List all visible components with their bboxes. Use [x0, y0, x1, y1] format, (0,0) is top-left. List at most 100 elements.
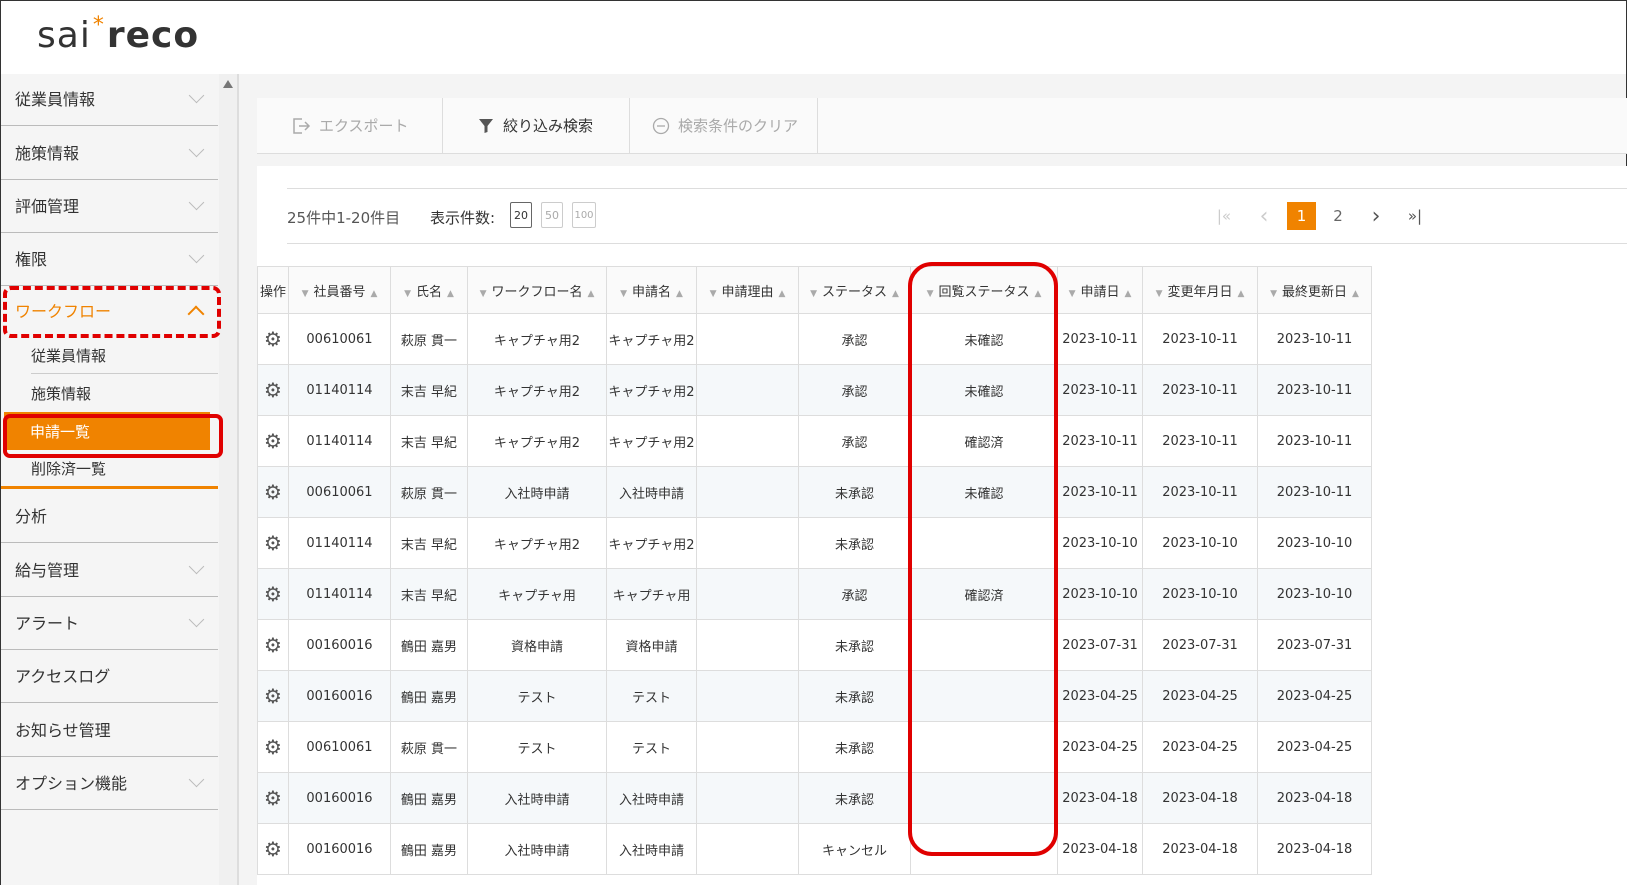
- gear-icon[interactable]: ⚙: [264, 380, 282, 400]
- column-header-change-date[interactable]: ▼ 変更年月日 ▲: [1142, 266, 1258, 314]
- table-row[interactable]: ⚙ 00160016 鶴田 嘉男 入社時申請 入社時申請 キャンセル 2023-04-18 2…: [257, 823, 1372, 875]
- last-page-button[interactable]: »|: [1402, 202, 1428, 230]
- gear-icon[interactable]: ⚙: [264, 329, 282, 349]
- sort-up-icon[interactable]: ▲: [1238, 289, 1245, 299]
- annotation-dashed-highlight: [3, 286, 221, 338]
- column-header-workflow-name[interactable]: ▼ ワークフロー名 ▲: [467, 266, 607, 314]
- sidebar-item-alerts[interactable]: アラート: [1, 596, 218, 650]
- chevron-down-icon: [188, 87, 205, 104]
- column-header-last-updated[interactable]: ▼ 最終更新日 ▲: [1257, 266, 1372, 314]
- column-header-name[interactable]: ▼ 氏名 ▲: [390, 266, 468, 314]
- gear-icon[interactable]: ⚙: [264, 686, 282, 706]
- sort-up-icon[interactable]: ▲: [371, 289, 378, 299]
- gear-icon[interactable]: ⚙: [264, 431, 282, 451]
- app-header: sai * reco: [1, 1, 1626, 75]
- cell-actions: ⚙: [257, 466, 289, 518]
- sort-down-icon[interactable]: ▼: [1270, 289, 1277, 299]
- sort-up-icon[interactable]: ▲: [447, 289, 454, 299]
- gear-icon[interactable]: ⚙: [264, 584, 282, 604]
- sort-up-icon[interactable]: ▲: [588, 289, 595, 299]
- sort-down-icon[interactable]: ▼: [1069, 289, 1076, 299]
- cell-application-name: 入社時申請: [606, 466, 697, 518]
- table-row[interactable]: ⚙ 01140114 末吉 早紀 キャプチャ用2 キャプチャ用2 承認 確認済 2023-10…: [257, 415, 1372, 467]
- cell-change-date: 2023-04-18: [1142, 772, 1258, 824]
- sidebar-item-options[interactable]: オプション機能: [1, 756, 218, 810]
- next-page-button[interactable]: ›: [1365, 202, 1387, 230]
- scroll-up-icon[interactable]: [223, 80, 233, 88]
- cell-workflow-name: 入社時申請: [467, 823, 607, 875]
- table-row[interactable]: ⚙ 01140114 末吉 早紀 キャプチャ用2 キャプチャ用2 未承認 2023-10-1…: [257, 517, 1372, 569]
- column-header-application-name[interactable]: ▼ 申請名 ▲: [606, 266, 697, 314]
- sidebar-subitem-policy-info[interactable]: 施策情報: [1, 374, 218, 412]
- cell-status: 未承認: [798, 619, 911, 671]
- sort-down-icon[interactable]: ▼: [404, 289, 411, 299]
- sort-down-icon[interactable]: ▼: [810, 289, 817, 299]
- sidebar-item-notice-management[interactable]: お知らせ管理: [1, 703, 218, 757]
- cell-change-date: 2023-04-18: [1142, 823, 1258, 875]
- table-row[interactable]: ⚙ 01140114 末吉 早紀 キャプチャ用2 キャプチャ用2 承認 未確認 2023-10…: [257, 364, 1372, 416]
- page-1-button[interactable]: 1: [1287, 202, 1316, 230]
- chevron-down-icon: [188, 194, 205, 211]
- gear-icon[interactable]: ⚙: [264, 635, 282, 655]
- chevron-down-icon: [188, 611, 205, 628]
- sidebar-item-policy-info[interactable]: 施策情報: [1, 126, 218, 180]
- column-header-status[interactable]: ▼ ステータス ▲: [798, 266, 911, 314]
- gear-icon[interactable]: ⚙: [264, 482, 282, 502]
- filter-search-button[interactable]: 絞り込み検索: [443, 98, 630, 153]
- cell-workflow-name: テスト: [467, 670, 607, 722]
- cell-application-name: キャプチャ用: [606, 568, 697, 620]
- cell-change-date: 2023-07-31: [1142, 619, 1258, 671]
- filter-icon: [479, 118, 493, 133]
- column-header-application-date[interactable]: ▼ 申請日 ▲: [1057, 266, 1143, 314]
- export-label: エクスポート: [319, 117, 409, 135]
- first-page-button[interactable]: |«: [1213, 202, 1235, 230]
- per-page-100[interactable]: 100: [572, 202, 596, 228]
- sidebar-item-permissions[interactable]: 権限: [1, 232, 218, 286]
- table-row[interactable]: ⚙ 00160016 鶴田 嘉男 テスト テスト 未承認 2023-04-25 2023-04…: [257, 670, 1372, 722]
- sort-down-icon[interactable]: ▼: [710, 289, 717, 299]
- table-row[interactable]: ⚙ 00160016 鶴田 嘉男 入社時申請 入社時申請 未承認 2023-04-18 202…: [257, 772, 1372, 824]
- table-row[interactable]: ⚙ 01140114 末吉 早紀 キャプチャ用 キャプチャ用 承認 確認済 2023-10-1…: [257, 568, 1372, 620]
- sort-up-icon[interactable]: ▲: [779, 289, 786, 299]
- sidebar-item-employee-info[interactable]: 従業員情報: [1, 72, 218, 126]
- table-row[interactable]: ⚙ 00610061 萩原 貫一 キャプチャ用2 キャプチャ用2 承認 未確認 2023-10…: [257, 313, 1372, 365]
- sidebar-item-payroll[interactable]: 給与管理: [1, 543, 218, 597]
- per-page-20[interactable]: 20: [510, 202, 532, 228]
- sidebar-subitem-employee-info[interactable]: 従業員情報: [1, 336, 218, 374]
- column-header-reason[interactable]: ▼ 申請理由 ▲: [696, 266, 799, 314]
- cell-actions: ⚙: [257, 823, 289, 875]
- sidebar-item-analytics[interactable]: 分析: [1, 489, 218, 543]
- cell-workflow-name: テスト: [467, 721, 607, 773]
- sort-up-icon[interactable]: ▲: [676, 289, 683, 299]
- cell-application-date: 2023-10-11: [1057, 313, 1143, 365]
- sidebar-scrollbar[interactable]: [219, 74, 239, 885]
- table-row[interactable]: ⚙ 00610061 萩原 貫一 テスト テスト 未承認 2023-04-25 2023-04…: [257, 721, 1372, 773]
- sidebar-item-access-log[interactable]: アクセスログ: [1, 649, 218, 703]
- gear-icon[interactable]: ⚙: [264, 839, 282, 859]
- sort-up-icon[interactable]: ▲: [1125, 289, 1132, 299]
- per-page-50[interactable]: 50: [541, 202, 563, 228]
- sort-up-icon[interactable]: ▲: [1352, 289, 1359, 299]
- sidebar-subitem-label: 削除済一覧: [31, 460, 107, 478]
- table-row[interactable]: ⚙ 00610061 萩原 貫一 入社時申請 入社時申請 未承認 未確認 2023-10-11…: [257, 466, 1372, 518]
- sort-down-icon[interactable]: ▼: [480, 289, 487, 299]
- clear-search-button[interactable]: 検索条件のクリア: [630, 98, 818, 153]
- export-button[interactable]: エクスポート: [257, 98, 443, 153]
- sort-up-icon[interactable]: ▲: [892, 289, 899, 299]
- sort-down-icon[interactable]: ▼: [302, 289, 309, 299]
- sort-down-icon[interactable]: ▼: [1156, 289, 1163, 299]
- gear-icon[interactable]: ⚙: [264, 533, 282, 553]
- gear-icon[interactable]: ⚙: [264, 737, 282, 757]
- cell-application-date: 2023-10-11: [1057, 415, 1143, 467]
- cell-actions: ⚙: [257, 313, 289, 365]
- cell-name: 萩原 貫一: [390, 313, 468, 365]
- sidebar-item-evaluation[interactable]: 評価管理: [1, 179, 218, 233]
- cell-employee-id: 01140114: [288, 415, 391, 467]
- app-logo[interactable]: sai * reco: [37, 13, 199, 56]
- sort-down-icon[interactable]: ▼: [620, 289, 627, 299]
- gear-icon[interactable]: ⚙: [264, 788, 282, 808]
- page-2-button[interactable]: 2: [1327, 202, 1349, 230]
- column-header-employee-id[interactable]: ▼ 社員番号 ▲: [288, 266, 391, 314]
- prev-page-button[interactable]: ‹: [1253, 202, 1275, 230]
- table-row[interactable]: ⚙ 00160016 鶴田 嘉男 資格申請 資格申請 未承認 2023-07-31 2023-…: [257, 619, 1372, 671]
